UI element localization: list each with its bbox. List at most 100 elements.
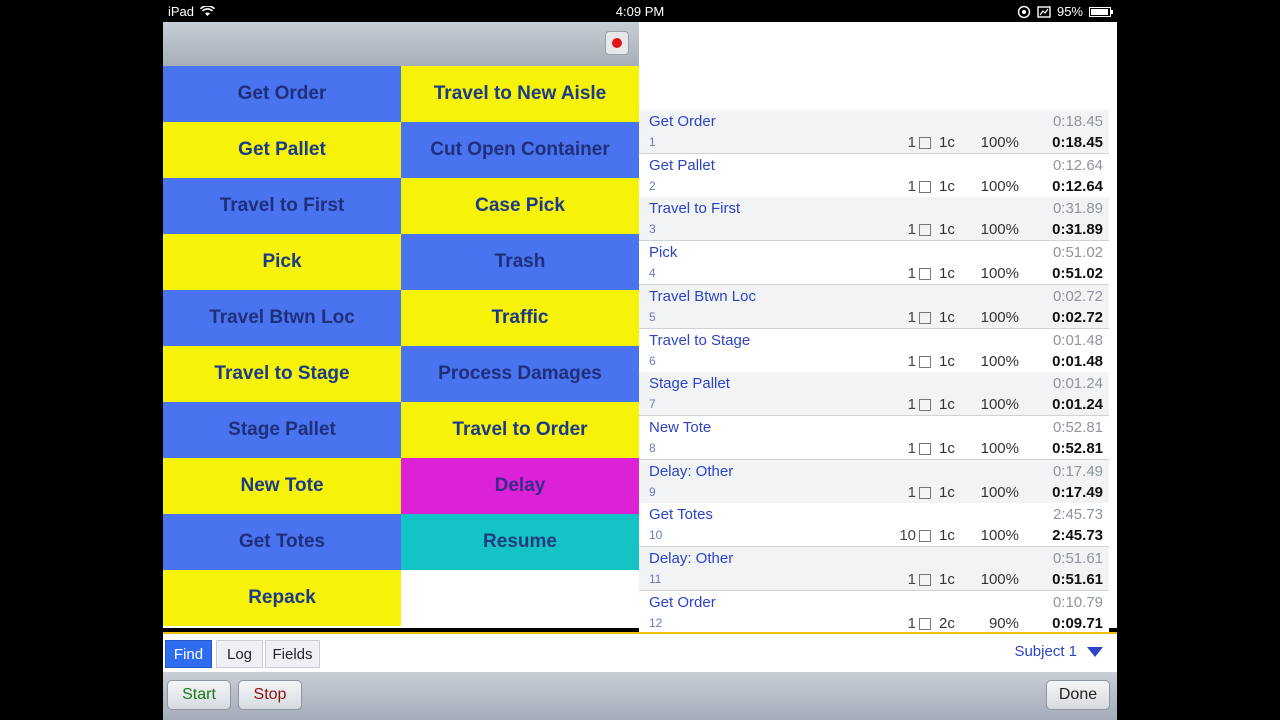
subject-selector[interactable]: Subject 1 bbox=[1014, 643, 1103, 660]
log-row-name: Stage Pallet bbox=[649, 375, 730, 393]
done-button[interactable]: Done bbox=[1046, 680, 1110, 710]
log-row-percent: 100% bbox=[980, 221, 1019, 239]
log-row-count: 1 bbox=[907, 483, 916, 501]
log-row-name: Delay: Other bbox=[649, 462, 734, 480]
log-row-name: Get Order bbox=[649, 593, 716, 611]
element-button[interactable]: Get Pallet bbox=[163, 122, 401, 178]
log-row[interactable]: Travel to Stage 6 0:01.48 1 1c 100% 0:01.48 bbox=[639, 328, 1109, 373]
element-button[interactable]: Trash bbox=[401, 234, 639, 290]
element-button[interactable]: Travel to First bbox=[163, 178, 401, 234]
log-row-cumulative-time: 0:31.89 bbox=[1052, 200, 1103, 218]
log-row-time: 0:01.24 bbox=[1052, 396, 1103, 414]
element-button[interactable]: Resume bbox=[401, 514, 639, 570]
location-icon bbox=[1017, 5, 1031, 18]
log-row-cumulative-time: 0:12.64 bbox=[1052, 156, 1103, 174]
log-row-cycles: 1c bbox=[939, 134, 955, 151]
log-row-percent: 100% bbox=[980, 483, 1019, 501]
element-button[interactable]: Get Order bbox=[163, 66, 401, 122]
log-row-name: Travel Btwn Loc bbox=[649, 287, 756, 305]
log-row-name: Delay: Other bbox=[649, 550, 734, 567]
element-button[interactable]: Process Damages bbox=[401, 346, 639, 402]
log-row-time: 0:12.64 bbox=[1052, 177, 1103, 195]
log-row-name: Get Totes bbox=[649, 506, 713, 524]
log-row-time: 0:51.61 bbox=[1052, 571, 1103, 588]
log-row-count: 1 bbox=[907, 265, 916, 283]
record-button[interactable] bbox=[605, 31, 629, 55]
log-row-cumulative-time: 0:01.24 bbox=[1052, 375, 1103, 393]
ipad-screen: iPad 4:09 PM 95% Get Order Travel to New… bbox=[163, 0, 1117, 720]
element-button[interactable]: Pick bbox=[163, 234, 401, 290]
log-row-count: 1 bbox=[907, 571, 916, 588]
element-button[interactable]: Delay bbox=[401, 458, 639, 514]
log-row-cycles: 1c bbox=[939, 527, 955, 545]
log-row-cycles: 1c bbox=[939, 221, 955, 239]
log-row-time: 0:52.81 bbox=[1052, 439, 1103, 457]
log-row-percent: 100% bbox=[980, 177, 1019, 195]
log-row-name: Get Pallet bbox=[649, 156, 715, 174]
tab-bar: Find Log Fields Subject 1 bbox=[163, 632, 1117, 672]
element-button[interactable]: Cut Open Container bbox=[401, 122, 639, 178]
log-row-cycles: 1c bbox=[939, 265, 955, 283]
element-button[interactable]: Get Totes bbox=[163, 514, 401, 570]
log-row[interactable]: Pick 4 0:51.02 1 1c 100% 0:51.02 bbox=[639, 241, 1109, 286]
log-row-percent: 100% bbox=[980, 265, 1019, 283]
log-row[interactable]: Get Order 1 0:18.45 1 1c 100% 0:18.45 bbox=[639, 110, 1109, 154]
log-row-cumulative-time: 0:18.45 bbox=[1052, 113, 1103, 130]
log-row-number: 10 bbox=[649, 528, 663, 543]
checkbox-icon bbox=[919, 486, 931, 499]
element-button[interactable]: Travel to New Aisle bbox=[401, 66, 639, 122]
log-panel[interactable]: Get Order 1 0:18.45 1 1c 100% 0:18.45 Get Palle… bbox=[639, 22, 1117, 635]
element-button[interactable]: Repack bbox=[163, 570, 401, 626]
checkbox-icon bbox=[919, 617, 931, 630]
log-row-name: Travel to First bbox=[649, 200, 741, 218]
element-button[interactable]: Stage Pallet bbox=[163, 402, 401, 458]
log-row-time: 2:45.73 bbox=[1052, 527, 1103, 545]
log-row-time: 0:18.45 bbox=[1052, 134, 1103, 151]
element-button[interactable]: Travel to Order bbox=[401, 402, 639, 458]
element-button[interactable]: Travel to Stage bbox=[163, 346, 401, 402]
log-row-number: 1 bbox=[649, 135, 656, 149]
log-row-percent: 100% bbox=[980, 134, 1019, 151]
log-row-time: 0:01.48 bbox=[1052, 352, 1103, 370]
log-row[interactable]: Delay: Other 11 0:51.61 1 1c 100% 0:51.61 bbox=[639, 547, 1109, 591]
log-row[interactable]: Travel to First 3 0:31.89 1 1c 100% 0:31.89 bbox=[639, 197, 1109, 242]
tab-fields[interactable]: Fields bbox=[265, 640, 320, 668]
checkbox-icon bbox=[919, 311, 931, 324]
log-row[interactable]: Get Order 12 0:10.79 1 2c 90% 0:09.71 bbox=[639, 590, 1109, 635]
log-row-name: Pick bbox=[649, 244, 678, 262]
stop-button[interactable]: Stop bbox=[238, 680, 302, 710]
log-row-percent: 100% bbox=[980, 396, 1019, 414]
log-row[interactable]: Stage Pallet 7 0:01.24 1 1c 100% 0:01.24 bbox=[639, 372, 1109, 417]
tab-find[interactable]: Find bbox=[165, 640, 212, 668]
tab-log[interactable]: Log bbox=[216, 640, 263, 668]
log-row[interactable]: Get Totes 10 2:45.73 10 1c 100% 2:45.73 bbox=[639, 503, 1109, 548]
log-row-cumulative-time: 0:10.79 bbox=[1052, 593, 1103, 611]
element-button[interactable]: Travel Btwn Loc bbox=[163, 290, 401, 346]
log-row-number: 5 bbox=[649, 309, 656, 324]
log-row-cumulative-time: 0:17.49 bbox=[1052, 462, 1103, 480]
log-row-time: 0:51.02 bbox=[1052, 265, 1103, 283]
element-button-grid: Get Order Travel to New Aisle Get Pallet Cu… bbox=[163, 66, 639, 628]
log-row-time: 0:17.49 bbox=[1052, 483, 1103, 501]
element-button[interactable]: New Tote bbox=[163, 458, 401, 514]
log-row[interactable]: Delay: Other 9 0:17.49 1 1c 100% 0:17.49 bbox=[639, 459, 1109, 504]
log-row-count: 1 bbox=[907, 396, 916, 414]
log-row-count: 1 bbox=[907, 439, 916, 457]
start-button[interactable]: Start bbox=[167, 680, 231, 710]
log-row[interactable]: New Tote 8 0:52.81 1 1c 100% 0:52.81 bbox=[639, 415, 1109, 460]
bottom-toolbar: Start Stop Done bbox=[163, 672, 1117, 720]
log-row[interactable]: Travel Btwn Loc 5 0:02.72 1 1c 100% 0:02.72 bbox=[639, 284, 1109, 329]
log-row-cycles: 1c bbox=[939, 571, 955, 588]
element-button[interactable]: Case Pick bbox=[401, 178, 639, 234]
log-row[interactable]: Get Pallet 2 0:12.64 1 1c 100% 0:12.64 bbox=[639, 153, 1109, 198]
log-row-cumulative-time: 0:52.81 bbox=[1052, 418, 1103, 436]
log-row-percent: 90% bbox=[988, 614, 1019, 632]
log-row-number: 9 bbox=[649, 484, 656, 499]
log-row-name: Travel to Stage bbox=[649, 331, 751, 349]
log-row-number: 4 bbox=[649, 266, 656, 281]
checkbox-icon bbox=[919, 442, 931, 455]
element-button[interactable]: Traffic bbox=[401, 290, 639, 346]
log-row-count: 1 bbox=[907, 177, 916, 195]
dropdown-triangle-icon bbox=[1087, 646, 1103, 657]
log-row-cycles: 1c bbox=[939, 396, 955, 414]
